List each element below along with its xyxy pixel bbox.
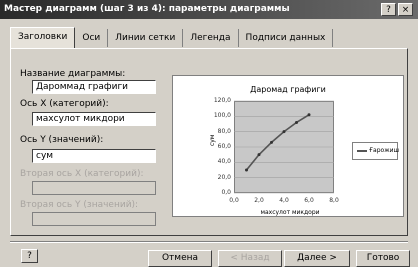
y-tick-label: 120,0 bbox=[213, 97, 231, 104]
chart-title: Даромад графиги bbox=[250, 85, 326, 94]
chart-legend: Ғарожиш bbox=[352, 142, 399, 160]
y-tick-label: 60,0 bbox=[217, 143, 231, 150]
tab-gridlines[interactable]: Линии сетки bbox=[108, 29, 184, 47]
tab-axes[interactable]: Оси bbox=[75, 29, 109, 47]
help-button[interactable]: ? bbox=[21, 249, 38, 263]
next-button[interactable]: Далее > bbox=[284, 250, 350, 267]
y-axis-label: Ось Y (значений): bbox=[20, 135, 104, 145]
chart-name-label: Название диаграммы: bbox=[20, 69, 126, 79]
window-title: Мастер диаграмм (шаг 3 из 4): параметры … bbox=[0, 0, 418, 19]
finish-button[interactable]: Готово bbox=[356, 250, 410, 267]
x-tick-label: 8,0 bbox=[329, 197, 339, 204]
second-x-axis-label: Вторая ось X (категорий): bbox=[20, 169, 144, 179]
chart-x-axis-title: махсулот микдори bbox=[260, 209, 320, 216]
legend-swatch bbox=[357, 149, 367, 152]
y-tick-label: 0,0 bbox=[221, 189, 231, 196]
x-tick-label: 4,0 bbox=[279, 197, 289, 204]
second-y-axis-input bbox=[32, 212, 156, 226]
second-y-axis-label: Вторая ось Y (значений): bbox=[20, 200, 139, 210]
tab-titles[interactable]: Заголовки bbox=[10, 27, 76, 48]
title-help-button[interactable]: ? bbox=[381, 3, 396, 16]
separator bbox=[10, 241, 408, 243]
y-axis-input[interactable]: сум bbox=[32, 149, 156, 163]
y-tick-label: 80,0 bbox=[217, 127, 231, 135]
x-tick-label: 2,0 bbox=[254, 197, 264, 204]
cancel-button[interactable]: Отмена bbox=[148, 250, 212, 267]
legend-label: Ғарожиш bbox=[369, 147, 399, 154]
x-tick-label: 6,0 bbox=[304, 197, 314, 204]
x-tick-label: 0,0 bbox=[229, 197, 239, 204]
back-button[interactable]: < Назад bbox=[218, 250, 282, 267]
x-axis-label: Ось X (категорий): bbox=[20, 99, 109, 109]
tab-legend[interactable]: Легенда bbox=[183, 29, 239, 47]
x-axis-input[interactable]: махсулот микдори bbox=[32, 112, 156, 126]
y-tick-label: 40,0 bbox=[217, 158, 231, 166]
chart-plot-area bbox=[234, 101, 334, 193]
tab-strip: Заголовки Оси Линии сетки Легенда Подпис… bbox=[10, 27, 334, 49]
title-close-button[interactable]: × bbox=[398, 3, 413, 16]
y-tick-label: 100,0 bbox=[213, 112, 231, 120]
tab-data-labels[interactable]: Подписи данных bbox=[239, 29, 334, 47]
second-x-axis-input bbox=[32, 181, 156, 195]
y-tick-label: 20,0 bbox=[217, 173, 231, 181]
chart-name-input[interactable]: Дароммад графиги bbox=[32, 80, 156, 94]
